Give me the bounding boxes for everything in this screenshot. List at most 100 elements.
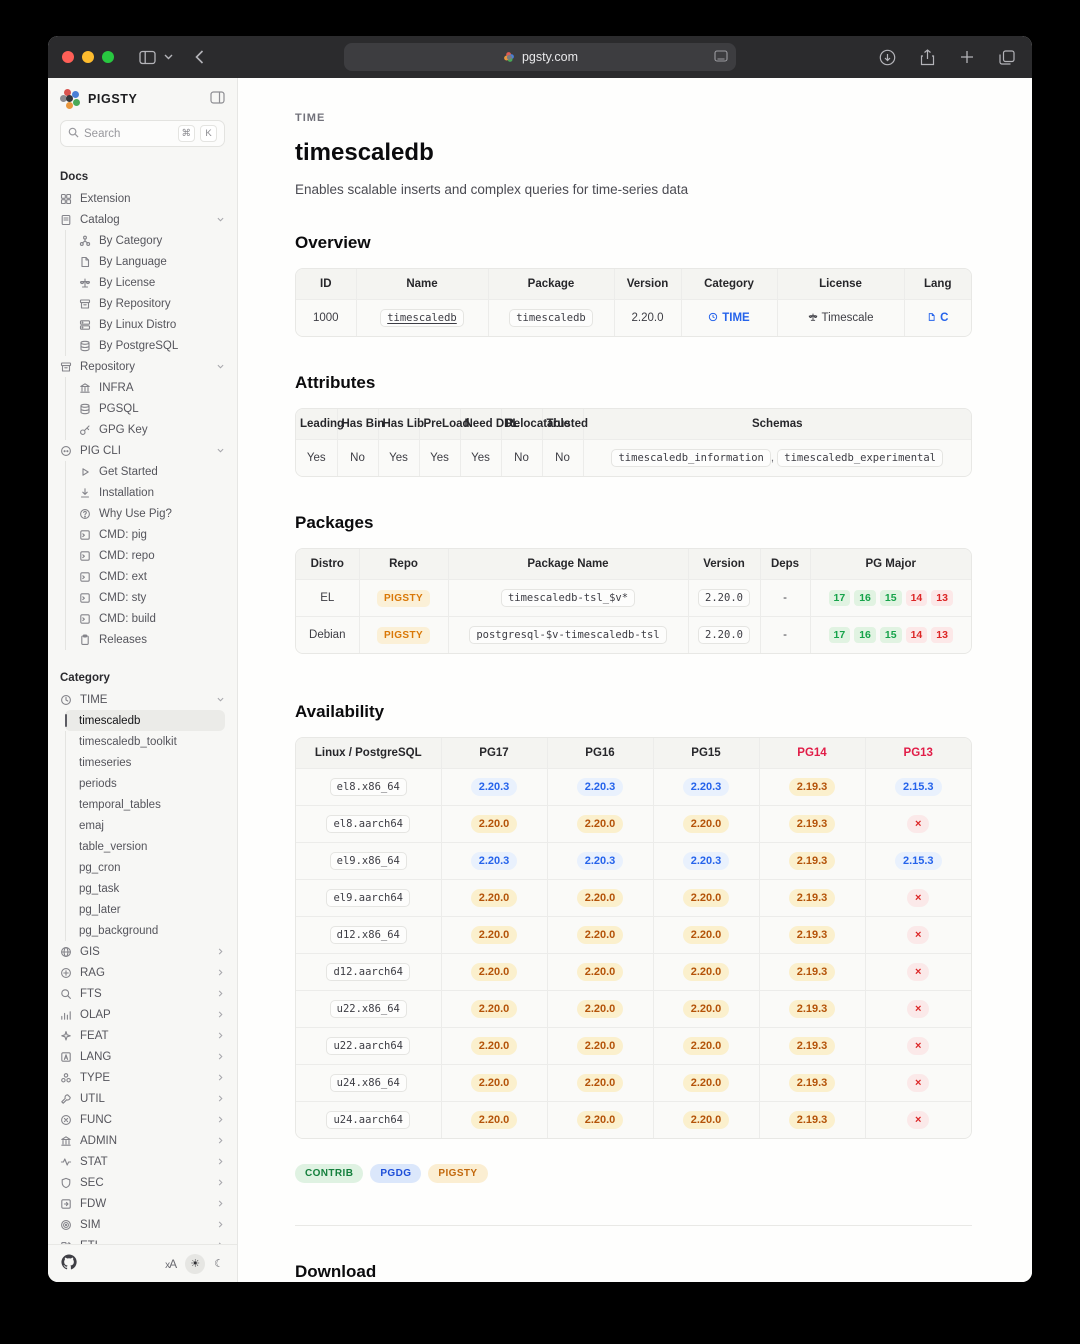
sidebar-item-by-linux-distro[interactable]: By Linux Distro bbox=[65, 314, 225, 335]
availability-version-badge[interactable]: 2.20.0 bbox=[683, 815, 730, 833]
sidebar-item-timescaledb[interactable]: timescaledb bbox=[65, 710, 225, 731]
sidebar-item-gis[interactable]: GIS bbox=[60, 941, 225, 962]
sidebar-item-rag[interactable]: RAG bbox=[60, 962, 225, 983]
availability-version-badge[interactable]: 2.20.0 bbox=[471, 926, 518, 944]
sidebar-item-by-category[interactable]: By Category bbox=[65, 230, 225, 251]
availability-version-badge[interactable]: 2.20.0 bbox=[577, 1074, 624, 1092]
availability-version-badge[interactable]: 2.19.3 bbox=[789, 926, 836, 944]
availability-version-badge[interactable]: 2.20.0 bbox=[577, 889, 624, 907]
search-input[interactable]: Search ⌘ K bbox=[60, 120, 225, 147]
availability-version-badge[interactable]: 2.20.0 bbox=[683, 926, 730, 944]
sidebar-item-timeseries[interactable]: timeseries bbox=[65, 752, 225, 773]
dark-theme-icon[interactable]: ☾ bbox=[214, 1257, 224, 1270]
availability-version-badge[interactable]: 2.20.3 bbox=[683, 778, 730, 796]
availability-version-badge[interactable]: 2.20.0 bbox=[471, 1000, 518, 1018]
availability-version-badge[interactable]: 2.20.0 bbox=[577, 1037, 624, 1055]
reader-mode-icon[interactable] bbox=[714, 50, 728, 65]
sidebar-item-pg-later[interactable]: pg_later bbox=[65, 899, 225, 920]
availability-version-badge[interactable]: 2.19.3 bbox=[789, 778, 836, 796]
sidebar-item-infra[interactable]: INFRA bbox=[65, 377, 225, 398]
availability-version-badge[interactable]: 2.20.3 bbox=[471, 852, 518, 870]
availability-version-badge[interactable]: 2.20.0 bbox=[683, 889, 730, 907]
sidebar-toggle-icon[interactable] bbox=[134, 44, 160, 70]
sidebar-item-releases[interactable]: Releases bbox=[65, 629, 225, 650]
sidebar-item-by-language[interactable]: By Language bbox=[65, 251, 225, 272]
availability-version-badge[interactable]: 2.20.0 bbox=[471, 889, 518, 907]
sidebar-item-by-postgresql[interactable]: By PostgreSQL bbox=[65, 335, 225, 356]
availability-version-badge[interactable]: 2.19.3 bbox=[789, 963, 836, 981]
lang-link[interactable]: C bbox=[927, 312, 948, 325]
sidebar-item-pg-task[interactable]: pg_task bbox=[65, 878, 225, 899]
sidebar-item-pgsql[interactable]: PGSQL bbox=[65, 398, 225, 419]
availability-version-badge[interactable]: 2.20.0 bbox=[683, 1037, 730, 1055]
sidebar-item-pig-cli[interactable]: PIG CLI bbox=[60, 440, 225, 461]
sidebar-item-olap[interactable]: OLAP bbox=[60, 1004, 225, 1025]
sidebar-item-etl[interactable]: ETL bbox=[60, 1235, 225, 1244]
availability-version-badge[interactable]: 2.20.0 bbox=[577, 1000, 624, 1018]
availability-version-badge[interactable]: 2.20.0 bbox=[471, 963, 518, 981]
sidebar-item-pg-cron[interactable]: pg_cron bbox=[65, 857, 225, 878]
repo-pill-pigsty[interactable]: PIGSTY bbox=[428, 1164, 487, 1183]
sidebar-item-timescaledb-toolkit[interactable]: timescaledb_toolkit bbox=[65, 731, 225, 752]
sidebar-item-fdw[interactable]: FDW bbox=[60, 1193, 225, 1214]
availability-version-badge[interactable]: 2.20.0 bbox=[471, 1037, 518, 1055]
sidebar-item-util[interactable]: UTIL bbox=[60, 1088, 225, 1109]
sidebar-item-extension[interactable]: Extension bbox=[60, 188, 225, 209]
sidebar-item-cmd-build[interactable]: CMD: build bbox=[65, 608, 225, 629]
sidebar-item-by-repository[interactable]: By Repository bbox=[65, 293, 225, 314]
sidebar-item-by-license[interactable]: By License bbox=[65, 272, 225, 293]
close-window-button[interactable] bbox=[62, 51, 74, 63]
availability-version-badge[interactable]: 2.20.0 bbox=[577, 1111, 624, 1129]
sidebar-item-func[interactable]: FUNC bbox=[60, 1109, 225, 1130]
availability-version-badge[interactable]: 2.20.0 bbox=[683, 963, 730, 981]
availability-version-badge[interactable]: 2.20.3 bbox=[577, 778, 624, 796]
sidebar-item-stat[interactable]: STAT bbox=[60, 1151, 225, 1172]
availability-version-badge[interactable]: 2.20.0 bbox=[577, 963, 624, 981]
sidebar-item-table-version[interactable]: table_version bbox=[65, 836, 225, 857]
sidebar-item-cmd-ext[interactable]: CMD: ext bbox=[65, 566, 225, 587]
minimize-window-button[interactable] bbox=[82, 51, 94, 63]
availability-version-badge[interactable]: 2.20.3 bbox=[683, 852, 730, 870]
sidebar-item-pg-background[interactable]: pg_background bbox=[65, 920, 225, 941]
sidebar-item-temporal-tables[interactable]: temporal_tables bbox=[65, 794, 225, 815]
sidebar-item-catalog[interactable]: Catalog bbox=[60, 209, 225, 230]
availability-version-badge[interactable]: 2.20.0 bbox=[683, 1111, 730, 1129]
availability-version-badge[interactable]: 2.20.0 bbox=[471, 1111, 518, 1129]
language-switch-icon[interactable]: xA bbox=[165, 1257, 176, 1271]
sidebar-item-installation[interactable]: Installation bbox=[65, 482, 225, 503]
maximize-window-button[interactable] bbox=[102, 51, 114, 63]
availability-version-badge[interactable]: 2.20.3 bbox=[577, 852, 624, 870]
sidebar-item-emaj[interactable]: emaj bbox=[65, 815, 225, 836]
category-link[interactable]: TIME bbox=[708, 312, 749, 325]
sidebar-item-cmd-repo[interactable]: CMD: repo bbox=[65, 545, 225, 566]
sidebar-item-time[interactable]: TIME bbox=[60, 689, 225, 710]
availability-version-badge[interactable]: 2.19.3 bbox=[789, 1000, 836, 1018]
availability-version-badge[interactable]: 2.20.3 bbox=[471, 778, 518, 796]
sidebar-item-fts[interactable]: FTS bbox=[60, 983, 225, 1004]
sidebar-item-get-started[interactable]: Get Started bbox=[65, 461, 225, 482]
sidebar-item-repository[interactable]: Repository bbox=[60, 356, 225, 377]
extension-name-link[interactable]: timescaledb bbox=[380, 309, 464, 327]
sidebar-item-feat[interactable]: FEAT bbox=[60, 1025, 225, 1046]
availability-version-badge[interactable]: 2.19.3 bbox=[789, 815, 836, 833]
availability-version-badge[interactable]: 2.19.3 bbox=[789, 1074, 836, 1092]
availability-version-badge[interactable]: 2.15.3 bbox=[895, 778, 942, 796]
availability-version-badge[interactable]: 2.15.3 bbox=[895, 852, 942, 870]
new-tab-icon[interactable] bbox=[954, 44, 980, 70]
back-button[interactable] bbox=[186, 44, 212, 70]
downloads-icon[interactable] bbox=[874, 44, 900, 70]
repo-pill-contrib[interactable]: CONTRIB bbox=[295, 1164, 363, 1183]
sidebar-item-gpg-key[interactable]: GPG Key bbox=[65, 419, 225, 440]
availability-version-badge[interactable]: 2.20.0 bbox=[471, 1074, 518, 1092]
repo-pill-pgdg[interactable]: PGDG bbox=[370, 1164, 421, 1183]
availability-version-badge[interactable]: 2.20.0 bbox=[683, 1074, 730, 1092]
collapse-sidebar-icon[interactable] bbox=[210, 91, 225, 107]
availability-version-badge[interactable]: 2.20.0 bbox=[577, 926, 624, 944]
availability-version-badge[interactable]: 2.19.3 bbox=[789, 1111, 836, 1129]
availability-version-badge[interactable]: 2.20.0 bbox=[683, 1000, 730, 1018]
sidebar-item-periods[interactable]: periods bbox=[65, 773, 225, 794]
sidebar-item-cmd-pig[interactable]: CMD: pig bbox=[65, 524, 225, 545]
sidebar-item-why-use-pig-[interactable]: Why Use Pig? bbox=[65, 503, 225, 524]
sidebar-item-cmd-sty[interactable]: CMD: sty bbox=[65, 587, 225, 608]
sidebar-item-lang[interactable]: LANG bbox=[60, 1046, 225, 1067]
